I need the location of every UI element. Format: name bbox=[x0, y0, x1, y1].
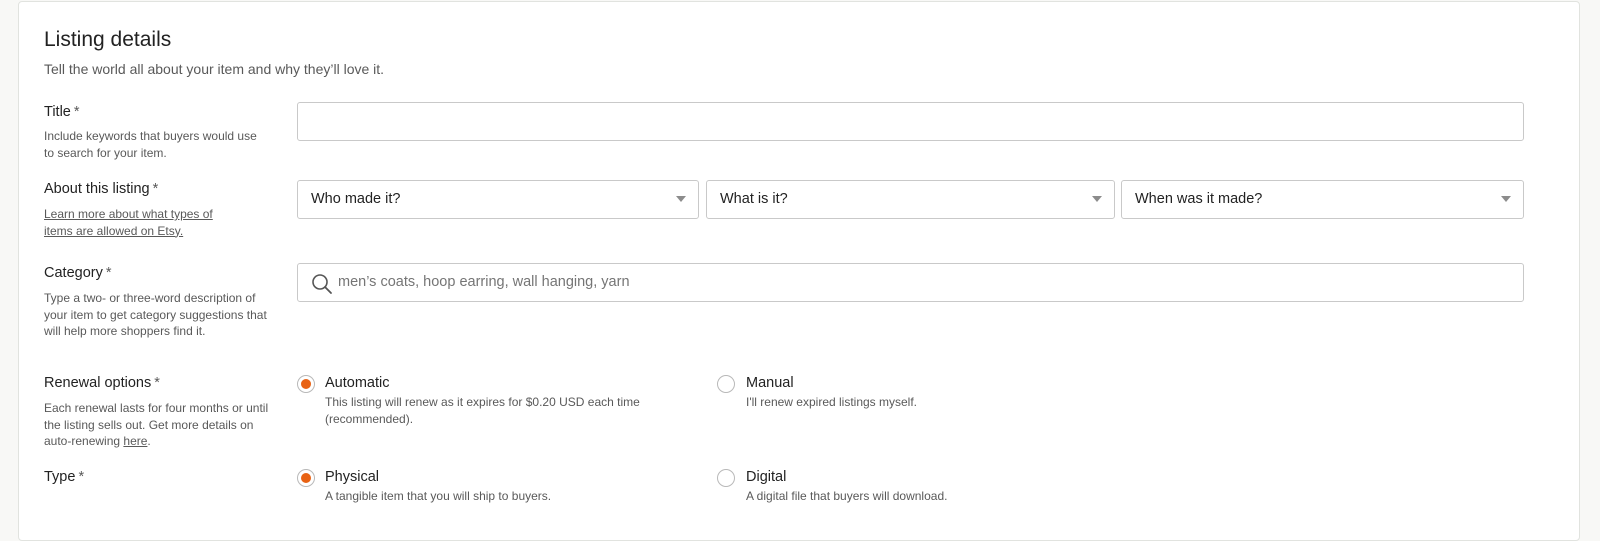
chevron-down-icon bbox=[1501, 196, 1511, 202]
category-help: Type a two- or three-word description of… bbox=[44, 291, 267, 338]
chevron-down-icon bbox=[1092, 196, 1102, 202]
about-label-text: About this listing bbox=[44, 181, 150, 197]
type-physical-label[interactable]: Physical bbox=[325, 469, 379, 485]
type-physical-desc: A tangible item that you will ship to bu… bbox=[325, 489, 552, 503]
about-help: Learn more about what types of items are… bbox=[44, 206, 244, 239]
type-digital-label[interactable]: Digital bbox=[746, 469, 786, 485]
required-marker: * bbox=[154, 375, 160, 391]
renewal-automatic-desc: This listing will renew as it expires fo… bbox=[325, 395, 640, 426]
when-made-select[interactable]: When was it made? bbox=[1121, 180, 1524, 219]
renewal-help: Each renewal lasts for four months or un… bbox=[44, 400, 269, 450]
search-icon bbox=[311, 273, 333, 300]
select-value: Who made it? bbox=[311, 191, 401, 207]
select-value: When was it made? bbox=[1135, 191, 1263, 207]
who-made-it-select[interactable]: Who made it? bbox=[297, 180, 699, 219]
chevron-down-icon bbox=[676, 196, 686, 202]
category-search-input[interactable]: men’s coats, hoop earring, wall hanging,… bbox=[297, 263, 1524, 302]
title-help: Include keywords that buyers would use t… bbox=[44, 129, 257, 160]
type-label: Type * bbox=[44, 469, 84, 485]
renewal-manual-radio[interactable] bbox=[717, 375, 735, 393]
renewal-manual-label[interactable]: Manual bbox=[746, 375, 794, 391]
renewal-help-suffix: . bbox=[147, 434, 151, 448]
type-label-text: Type bbox=[44, 469, 76, 485]
renewal-automatic-label[interactable]: Automatic bbox=[325, 375, 389, 391]
section-title: Listing details bbox=[44, 28, 172, 51]
auto-renew-link[interactable]: here bbox=[123, 434, 147, 448]
type-physical-radio[interactable] bbox=[297, 469, 315, 487]
select-value: What is it? bbox=[720, 191, 788, 207]
title-label: Title * bbox=[44, 104, 80, 120]
what-is-it-select[interactable]: What is it? bbox=[706, 180, 1115, 219]
renewal-manual-desc: I'll renew expired listings myself. bbox=[746, 395, 918, 409]
allowed-items-link[interactable]: Learn more about what types of items are… bbox=[44, 207, 213, 238]
section-subtitle: Tell the world all about your item and w… bbox=[44, 61, 385, 77]
category-label: Category * bbox=[44, 265, 112, 281]
title-label-text: Title bbox=[44, 104, 71, 120]
listing-details-panel: Listing details Tell the world all about… bbox=[18, 1, 1580, 541]
required-marker: * bbox=[73, 104, 80, 120]
renewal-help-text: Each renewal lasts for four months or un… bbox=[44, 401, 269, 448]
renewal-automatic-radio[interactable] bbox=[297, 375, 315, 393]
type-digital-radio[interactable] bbox=[717, 469, 735, 487]
required-marker: * bbox=[78, 469, 85, 485]
renewal-label: Renewal options * bbox=[44, 375, 160, 391]
category-placeholder: men’s coats, hoop earring, wall hanging,… bbox=[338, 274, 630, 290]
required-marker: * bbox=[105, 265, 112, 281]
required-marker: * bbox=[152, 181, 159, 197]
title-input[interactable] bbox=[297, 102, 1524, 141]
renewal-label-text: Renewal options bbox=[44, 375, 152, 391]
about-label: About this listing * bbox=[44, 181, 158, 197]
category-label-text: Category bbox=[44, 265, 103, 281]
type-digital-desc: A digital file that buyers will download… bbox=[746, 489, 948, 503]
